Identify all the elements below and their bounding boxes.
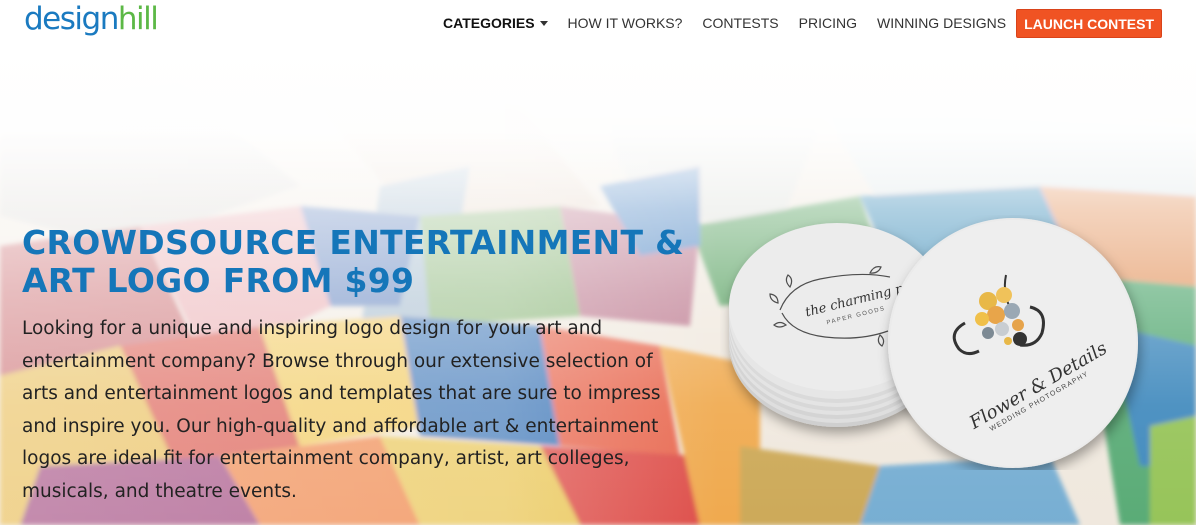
logo-text-hill: hill (117, 1, 159, 37)
designhill-logo[interactable]: designhill (24, 1, 159, 37)
hero-title: CROWDSOURCE ENTERTAINMENT & ART LOGO FRO… (22, 224, 702, 300)
nav-categories[interactable]: CATEGORIES (443, 15, 548, 31)
logo-text-design: design (24, 1, 119, 37)
caret-down-icon (539, 21, 548, 26)
hero-description: Looking for a unique and inspiring logo … (22, 318, 661, 502)
hero-title-line1: CROWDSOURCE ENTERTAINMENT & (22, 223, 685, 262)
launch-contest-button[interactable]: LAUNCH CONTEST (1016, 8, 1162, 38)
nav-pricing[interactable]: PRICING (799, 15, 857, 31)
main-nav: CATEGORIES HOW IT WORKS? CONTESTS PRICIN… (423, 8, 1162, 38)
nav-winning-designs[interactable]: WINNING DESIGNS (877, 15, 1006, 31)
nav-how-it-works[interactable]: HOW IT WORKS? (568, 15, 683, 31)
site-header: designhill CATEGORIES HOW IT WORKS? CONT… (0, 0, 1196, 46)
hero-title-line2: ART LOGO FROM $99 (22, 261, 415, 300)
coasters-mockup-image: the charming pr PAPER GOODS Flower & Det… (729, 218, 1138, 468)
nav-categories-label: CATEGORIES (443, 15, 535, 31)
nav-contests[interactable]: CONTESTS (702, 15, 778, 31)
